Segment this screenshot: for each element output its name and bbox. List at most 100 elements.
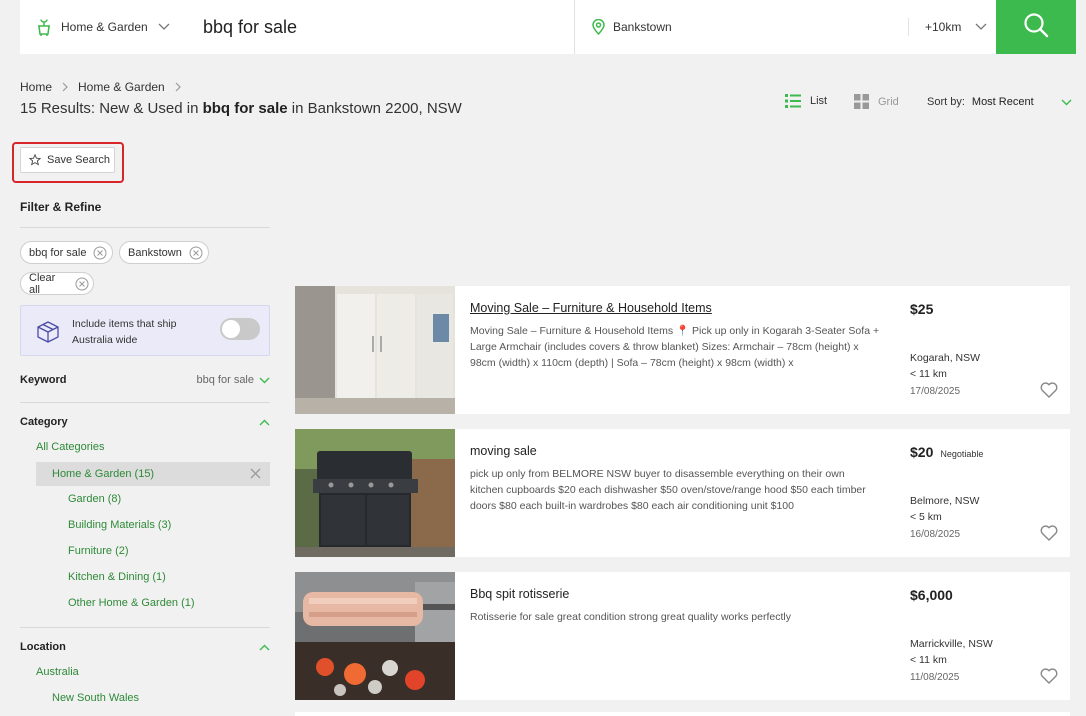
listing-image[interactable] — [295, 286, 455, 414]
listing-price: $25 — [910, 301, 933, 317]
listing-distance: < 11 km — [910, 654, 947, 666]
listing-title[interactable]: Moving Sale – Furniture & Household Item… — [470, 301, 712, 315]
list-icon — [785, 94, 801, 108]
chip-label: Bankstown — [128, 246, 182, 259]
filter-chip-clear-all[interactable]: Clear all — [20, 271, 94, 296]
listing-suburb: Belmore, NSW — [910, 495, 980, 507]
package-icon — [36, 320, 60, 349]
list-view-button[interactable]: List — [785, 94, 827, 108]
category-selected-label: Home & Garden (15) — [52, 468, 155, 480]
divider — [20, 227, 270, 228]
ship-australia-wide-box: Include items that ship Australia wide — [20, 305, 270, 356]
category-sub-kitchen-dining[interactable]: Kitchen & Dining (1) — [68, 571, 166, 583]
search-icon — [1023, 12, 1049, 43]
chip-label: bbq for sale — [29, 246, 87, 259]
divider — [20, 402, 270, 403]
listing-card[interactable]: moving sale pick up only from BELMORE NS… — [295, 429, 1070, 557]
results-prefix: 15 Results: New & Used in — [20, 100, 203, 117]
category-select[interactable]: Home & Garden — [20, 0, 200, 54]
close-icon[interactable] — [250, 468, 261, 479]
listing-description: Rotisserie for sale great condition stro… — [470, 611, 791, 623]
listing-price: $20 Negotiable — [910, 444, 983, 460]
listing-title[interactable]: moving sale — [470, 444, 537, 458]
chevron-down-icon — [259, 377, 270, 384]
location-facet[interactable]: Location — [20, 641, 270, 653]
heart-icon[interactable] — [1040, 382, 1058, 398]
close-circle-icon[interactable] — [93, 246, 107, 260]
listing-card[interactable]: Bbq spit rotisserie Rotisserie for sale … — [295, 572, 1070, 700]
listing-image[interactable] — [295, 429, 455, 557]
chevron-down-icon — [1061, 99, 1072, 106]
category-sub-building-materials[interactable]: Building Materials (3) — [68, 519, 171, 531]
radius-value: +10km — [925, 20, 962, 34]
category-label: Home & Garden — [61, 20, 148, 34]
filter-title: Filter & Refine — [20, 200, 102, 214]
radius-select[interactable]: +10km — [908, 18, 996, 36]
location-input[interactable]: Bankstown — [575, 0, 908, 54]
location-nsw[interactable]: New South Wales — [52, 692, 139, 704]
location-pin-icon — [592, 19, 605, 35]
listing-price: $6,000 — [910, 587, 953, 603]
heart-icon[interactable] — [1040, 668, 1058, 684]
listing-distance: < 11 km — [910, 368, 947, 380]
chevron-down-icon — [158, 23, 170, 31]
search-input[interactable]: bbq for sale — [200, 0, 575, 54]
breadcrumb-home[interactable]: Home — [20, 80, 52, 94]
price-value: $6,000 — [910, 587, 953, 603]
results-query: bbq for sale — [202, 100, 288, 117]
listing-suburb: Kogarah, NSW — [910, 352, 981, 364]
chip-label: Clear all — [29, 271, 56, 296]
category-selected[interactable]: Home & Garden (15) — [36, 462, 270, 486]
location-australia[interactable]: Australia — [36, 666, 79, 678]
filter-chip-query[interactable]: bbq for sale — [20, 241, 113, 264]
listing-card-partial — [295, 712, 1070, 716]
price-value: $25 — [910, 301, 934, 317]
save-search-label: Save Search — [47, 154, 110, 166]
category-sub-other-home-garden[interactable]: Other Home & Garden (1) — [68, 597, 195, 609]
listing-image[interactable] — [295, 572, 455, 700]
sort-value: Most Recent — [971, 96, 1034, 108]
listing-title[interactable]: Bbq spit rotisserie — [470, 587, 569, 601]
listing-date: 11/08/2025 — [910, 672, 960, 683]
toggle-knob — [222, 320, 240, 338]
chevron-up-icon — [259, 419, 270, 426]
divider — [20, 627, 270, 628]
category-sub-garden[interactable]: Garden (8) — [68, 493, 121, 505]
sort-label: Sort by: — [927, 96, 965, 108]
keyword-label: Keyword — [20, 374, 67, 386]
grid-view-button[interactable]: Grid — [854, 94, 899, 109]
keyword-value: bbq for sale — [196, 374, 254, 386]
home-garden-icon — [36, 18, 52, 36]
ship-label: Include items that ship Australia wide — [72, 318, 177, 346]
chevron-up-icon — [259, 644, 270, 651]
category-sub-furniture[interactable]: Furniture (2) — [68, 545, 129, 557]
grid-icon — [854, 94, 869, 109]
save-search-button[interactable]: Save Search — [20, 147, 115, 173]
close-circle-icon[interactable] — [189, 246, 203, 260]
category-facet[interactable]: Category — [20, 416, 270, 428]
chevron-down-icon — [975, 23, 987, 31]
close-circle-icon[interactable] — [75, 277, 89, 291]
search-button[interactable] — [996, 0, 1076, 54]
results-suffix: in Bankstown 2200, NSW — [287, 100, 462, 117]
listing-description: pick up only from BELMORE NSW buyer to d… — [470, 468, 866, 512]
category-all[interactable]: All Categories — [36, 441, 104, 453]
breadcrumb-home-garden[interactable]: Home & Garden — [78, 80, 165, 94]
ship-toggle[interactable] — [220, 318, 260, 340]
category-facet-label: Category — [20, 416, 68, 428]
list-label: List — [810, 95, 828, 107]
keyword-facet[interactable]: Keyword bbq for sale — [20, 374, 270, 386]
sort-select[interactable]: Sort by: Most Recent — [927, 96, 1072, 108]
listing-description: Moving Sale – Furniture & Household Item… — [470, 325, 880, 369]
search-query: bbq for sale — [203, 16, 298, 37]
negotiable-badge: Negotiable — [940, 449, 984, 459]
results-heading: 15 Results: New & Used in bbq for sale i… — [20, 100, 462, 117]
price-value: $20 — [910, 444, 934, 460]
listing-card[interactable]: Moving Sale – Furniture & Household Item… — [295, 286, 1070, 414]
location-value: Bankstown — [613, 20, 672, 34]
chevron-right-icon — [62, 82, 68, 92]
listing-date: 17/08/2025 — [910, 386, 961, 397]
heart-icon[interactable] — [1040, 525, 1058, 541]
star-icon — [29, 154, 41, 166]
filter-chip-location[interactable]: Bankstown — [119, 241, 209, 264]
